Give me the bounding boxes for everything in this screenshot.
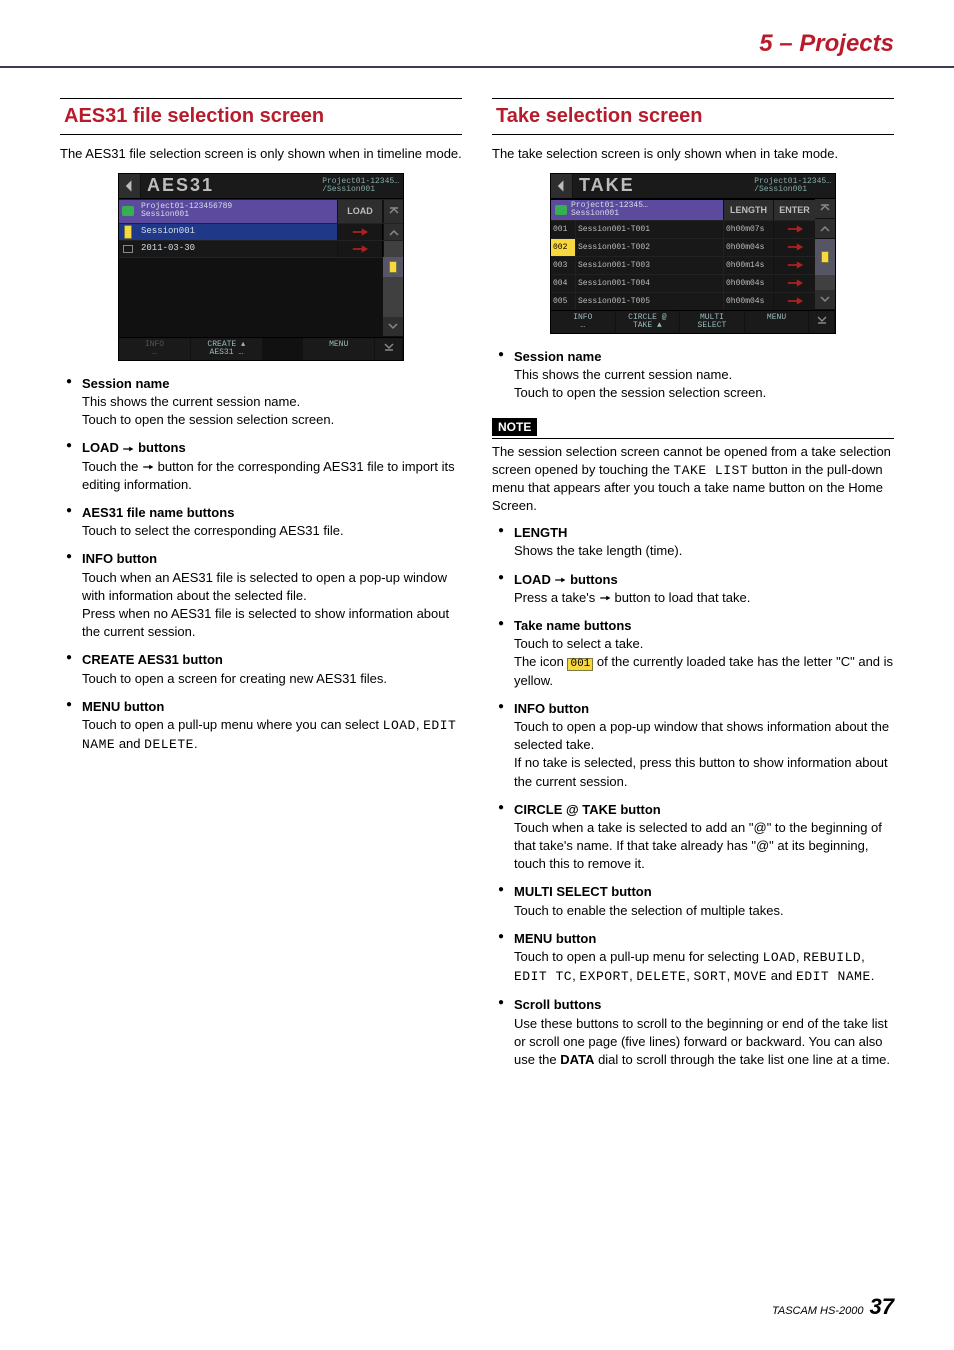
scroll-page-down-button[interactable]	[383, 317, 403, 337]
scroll-page-up-button[interactable]	[815, 219, 835, 239]
take-row[interactable]: 004Session001-T0040h00m04s	[551, 274, 815, 292]
bullet-head: Session name	[514, 348, 894, 366]
aes31-section-title: AES31 file selection screen	[60, 98, 462, 135]
load-arrow-button[interactable]	[337, 224, 383, 240]
multi-select-button[interactable]: MULTISELECT	[680, 311, 745, 333]
breadcrumb: Project01-12345…/Session001	[318, 178, 403, 194]
take-number: 002	[551, 239, 575, 256]
take-section-title: Take selection screen	[492, 98, 894, 135]
arrow-right-icon	[599, 589, 611, 607]
back-icon[interactable]	[119, 174, 141, 198]
take-name: Session001-T001	[575, 221, 723, 238]
load-arrow-button[interactable]	[773, 293, 815, 310]
scroll-thumb[interactable]	[383, 257, 403, 277]
take-name: Session001-T003	[575, 257, 723, 274]
bullet-head: Session name	[82, 375, 462, 393]
load-arrow-button[interactable]	[773, 275, 815, 292]
current-take-icon: 001	[567, 658, 593, 671]
breadcrumb: Project01-12345…/Session001	[750, 178, 835, 194]
bullet-head: MENU button	[514, 930, 894, 948]
arrow-right-icon	[142, 458, 154, 476]
circle-take-button[interactable]: CIRCLE @TAKE ▲	[616, 311, 681, 333]
info-button[interactable]: INFO…	[551, 311, 616, 333]
take-name: Session001-T004	[575, 275, 723, 292]
scroll-bottom-button[interactable]	[375, 338, 403, 360]
take-bullet-list: LENGTH Shows the take length (time). LOA…	[492, 524, 894, 1069]
session-icon	[555, 205, 567, 215]
take-length: 0h00m04s	[723, 293, 773, 310]
scroll-track	[383, 241, 403, 257]
take-bullet-list-top: Session name This shows the current sess…	[492, 348, 894, 403]
take-screenshot: TAKE Project01-12345…/Session001 Project…	[550, 173, 836, 334]
bullet-head: INFO button	[514, 700, 894, 718]
load-arrow-button[interactable]	[773, 221, 815, 238]
bullet-head: CREATE AES31 button	[82, 651, 462, 669]
scroll-page-up-button[interactable]	[383, 224, 403, 240]
aes31-file-row[interactable]: 2011-03-30	[119, 240, 403, 257]
screen-title: TAKE	[573, 174, 750, 197]
aes31-file-row[interactable]: Session001	[119, 223, 403, 240]
bullet-head: LENGTH	[514, 524, 894, 542]
take-number: 003	[551, 257, 575, 274]
back-icon[interactable]	[551, 174, 573, 198]
session-row[interactable]: Project01-123456789Session001 LOAD	[119, 199, 403, 224]
take-number: 005	[551, 293, 575, 310]
create-aes31-button[interactable]: CREATE ▲AES31 …	[191, 338, 263, 360]
bullet-head: LOAD buttons	[82, 439, 462, 457]
scroll-top-button[interactable]	[383, 200, 403, 224]
take-row[interactable]: 003Session001-T0030h00m14s	[551, 256, 815, 274]
scroll-track	[815, 275, 835, 290]
load-arrow-button[interactable]	[773, 257, 815, 274]
load-arrow-button[interactable]	[337, 241, 383, 257]
scroll-top-button[interactable]	[815, 199, 835, 219]
current-lamp-icon	[124, 225, 132, 239]
menu-button[interactable]: MENU	[745, 311, 810, 333]
bullet-head: LOAD buttons	[514, 571, 894, 589]
page-footer: TASCAM HS-2000 37	[772, 1294, 894, 1320]
take-row[interactable]: 005Session001-T0050h00m04s	[551, 292, 815, 310]
note-text: The session selection screen cannot be o…	[492, 438, 894, 514]
take-intro: The take selection screen is only shown …	[492, 145, 894, 163]
take-number: 001	[551, 221, 575, 238]
take-length: 0h00m04s	[723, 239, 773, 256]
menu-button[interactable]: MENU	[303, 338, 375, 360]
take-name: Session001-T005	[575, 293, 723, 310]
chapter-title: 5 – Projects	[759, 30, 894, 66]
note-badge: NOTE	[492, 418, 537, 436]
aes31-screenshot: AES31 Project01-12345…/Session001 Projec…	[118, 173, 404, 361]
bullet-head: MENU button	[82, 698, 462, 716]
file-icon	[123, 245, 133, 253]
take-number: 004	[551, 275, 575, 292]
arrow-right-icon	[122, 439, 134, 457]
bullet-head: AES31 file name buttons	[82, 504, 462, 522]
aes31-intro: The AES31 file selection screen is only …	[60, 145, 462, 163]
length-header: LENGTH	[723, 200, 773, 220]
load-button[interactable]: LOAD	[337, 200, 383, 224]
scroll-thumb[interactable]	[815, 239, 835, 275]
bullet-head: Scroll buttons	[514, 996, 894, 1014]
bullet-head: INFO button	[82, 550, 462, 568]
take-length: 0h00m04s	[723, 275, 773, 292]
bullet-head: Take name buttons	[514, 617, 894, 635]
take-row[interactable]: 002Session001-T0020h00m04s	[551, 238, 815, 256]
info-button[interactable]: INFO…	[119, 338, 191, 360]
aes31-bullet-list: Session name This shows the current sess…	[60, 375, 462, 754]
take-length: 0h00m14s	[723, 257, 773, 274]
load-arrow-button[interactable]	[773, 239, 815, 256]
take-name: Session001-T002	[575, 239, 723, 256]
bullet-head: MULTI SELECT button	[514, 883, 894, 901]
session-icon	[122, 206, 134, 216]
scroll-page-down-button[interactable]	[815, 290, 835, 310]
enter-header: ENTER	[773, 200, 815, 220]
scroll-bottom-button[interactable]	[809, 311, 835, 333]
bullet-head: CIRCLE @ TAKE button	[514, 801, 894, 819]
arrow-right-icon	[554, 571, 566, 589]
screen-title: AES31	[141, 174, 318, 197]
take-row[interactable]: 001Session001-T0010h00m07s	[551, 220, 815, 238]
take-length: 0h00m07s	[723, 221, 773, 238]
